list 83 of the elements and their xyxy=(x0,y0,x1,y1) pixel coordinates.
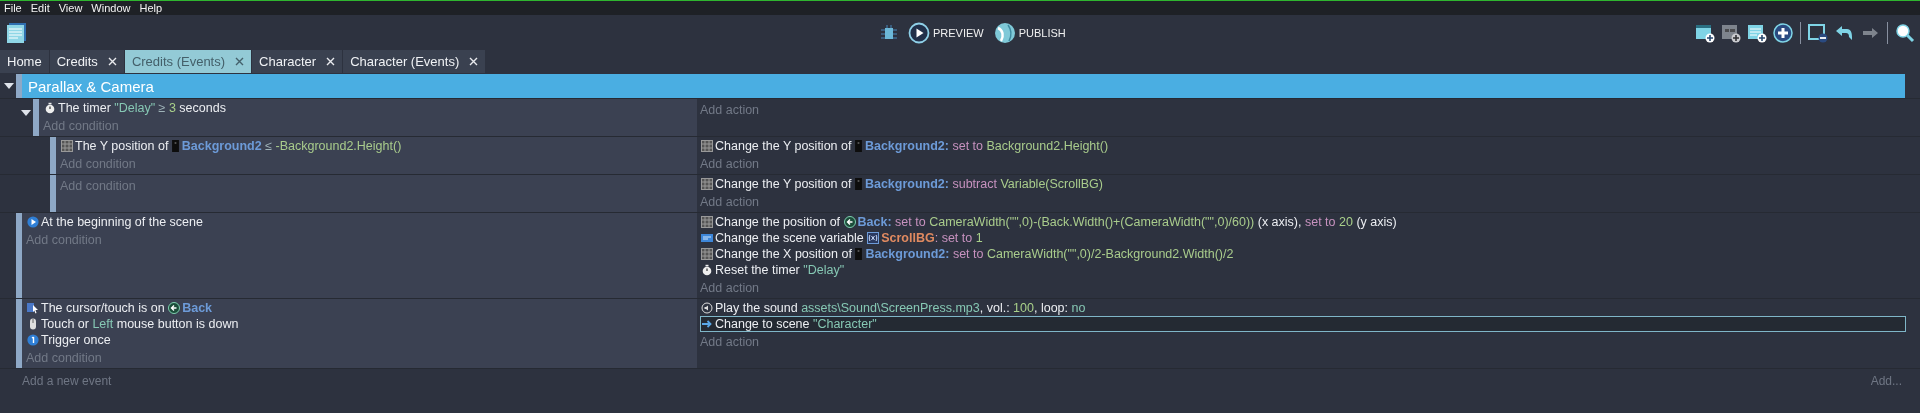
tab[interactable]: Character xyxy=(252,50,344,73)
object-name: Back xyxy=(182,301,213,315)
events-sheet-icon[interactable] xyxy=(6,21,28,44)
cursor-icon xyxy=(27,302,39,314)
variable-icon xyxy=(867,232,880,244)
add-action-link[interactable]: Add action xyxy=(700,195,760,210)
menu-item[interactable]: Window xyxy=(91,2,131,14)
back-button-icon xyxy=(843,216,856,228)
event-text: Change the position of xyxy=(715,215,842,229)
add-action-link[interactable]: Add action xyxy=(700,335,760,350)
event-text: set to CameraWidth("",0)/2-Background2.Width()/2 xyxy=(951,247,1234,261)
object-name: Background2 xyxy=(181,139,262,153)
close-icon[interactable] xyxy=(235,57,245,66)
event-text: Change the scene variable xyxy=(715,231,865,245)
grid-icon xyxy=(701,178,713,190)
stopwatch-icon xyxy=(44,102,56,114)
grid-icon xyxy=(701,140,713,152)
object-icon xyxy=(854,178,862,190)
event-text: Change to scene "Character" xyxy=(715,317,877,331)
add-condition-link[interactable]: Add condition xyxy=(43,119,119,134)
delete-icon[interactable] xyxy=(1807,21,1829,44)
object-icon xyxy=(855,248,863,260)
event-text: ≤ -Background2.Height() xyxy=(264,139,402,153)
play-icon xyxy=(908,21,930,44)
stopwatch-icon xyxy=(701,264,713,276)
arrow-icon xyxy=(701,318,713,330)
add-action-link[interactable]: Add action xyxy=(700,103,760,118)
add-action-link[interactable]: Add action xyxy=(700,157,760,172)
tab[interactable]: Character (Events) xyxy=(343,50,487,73)
tab[interactable]: Credits (Events) xyxy=(124,50,253,73)
object-name: Background2: xyxy=(864,139,949,153)
menu-item[interactable]: Edit xyxy=(30,2,50,14)
mouse-icon xyxy=(27,318,39,330)
object-icon xyxy=(171,140,179,152)
variable-name: ScrollBG xyxy=(881,231,935,245)
add-condition-link[interactable]: Add condition xyxy=(60,179,136,194)
play-circle-icon xyxy=(27,216,39,228)
event-text: Change the Y position of xyxy=(715,177,853,191)
tab[interactable]: Home xyxy=(0,50,50,73)
event-text: Play the sound assets\Sound\ScreenPress.mp3, vol.: 100, loop: no xyxy=(715,301,1086,315)
action-selection[interactable]: Change to scene "Character" xyxy=(700,316,1906,332)
grid-icon xyxy=(701,248,713,260)
event-text: At the beginning of the scene xyxy=(41,215,203,229)
event-text: The cursor/touch is on xyxy=(41,301,166,315)
group-header[interactable]: Parallax & Camera xyxy=(22,74,1905,98)
add-condition-link[interactable]: Add condition xyxy=(60,157,136,172)
globe-icon xyxy=(993,21,1016,44)
object-name: Back: xyxy=(857,215,892,229)
event-text: Touch or Left mouse button is down xyxy=(41,317,239,331)
preview-button[interactable]: PREVIEW xyxy=(906,21,986,44)
object-name: Background2: xyxy=(864,177,949,191)
tab[interactable]: Credits xyxy=(49,50,125,73)
search-icon[interactable] xyxy=(1894,21,1916,44)
add-condition-link[interactable]: Add condition xyxy=(26,233,102,248)
event-text: Change the X position of xyxy=(715,247,853,261)
collapse-arrow-icon[interactable] xyxy=(4,83,14,89)
add-event-link[interactable]: Add a new event xyxy=(22,374,112,388)
event-text: Change the Y position of xyxy=(715,139,853,153)
object-name: Background2: xyxy=(865,247,950,261)
grid-icon xyxy=(701,216,713,228)
event-text: set to Background2.Height() xyxy=(951,139,1109,153)
event-text: The timer "Delay" ≥ 3 seconds xyxy=(58,101,226,115)
back-button-icon xyxy=(168,302,181,314)
publish-button[interactable]: PUBLISH xyxy=(991,21,1068,44)
event-text: : set to 1 xyxy=(934,231,983,245)
once-icon xyxy=(27,334,39,346)
grid-icon xyxy=(61,140,73,152)
menu-item[interactable]: File xyxy=(4,2,22,14)
add-condition-link[interactable]: Add condition xyxy=(26,351,102,366)
object-icon xyxy=(854,140,862,152)
add-icon[interactable] xyxy=(1772,21,1794,44)
event-text: set to CameraWidth("",0)-(Back.Width()+(CameraWidth("",0)/60)) (x axis), set to 20 (y axis) xyxy=(894,215,1397,229)
variable-box-icon xyxy=(701,232,713,244)
collapse-arrow-icon[interactable] xyxy=(21,110,31,116)
menu-item[interactable]: Help xyxy=(139,2,163,14)
event-text: Reset the timer "Delay" xyxy=(715,263,845,277)
menu-item[interactable]: View xyxy=(58,2,83,14)
event-text: The Y position of xyxy=(75,139,170,153)
event-text: Trigger once xyxy=(41,333,111,347)
speaker-icon xyxy=(701,302,713,314)
add-other-link[interactable]: Add... xyxy=(1870,374,1902,388)
event-text: subtract Variable(ScrollBG) xyxy=(951,177,1103,191)
add-action-link[interactable]: Add action xyxy=(700,281,760,296)
